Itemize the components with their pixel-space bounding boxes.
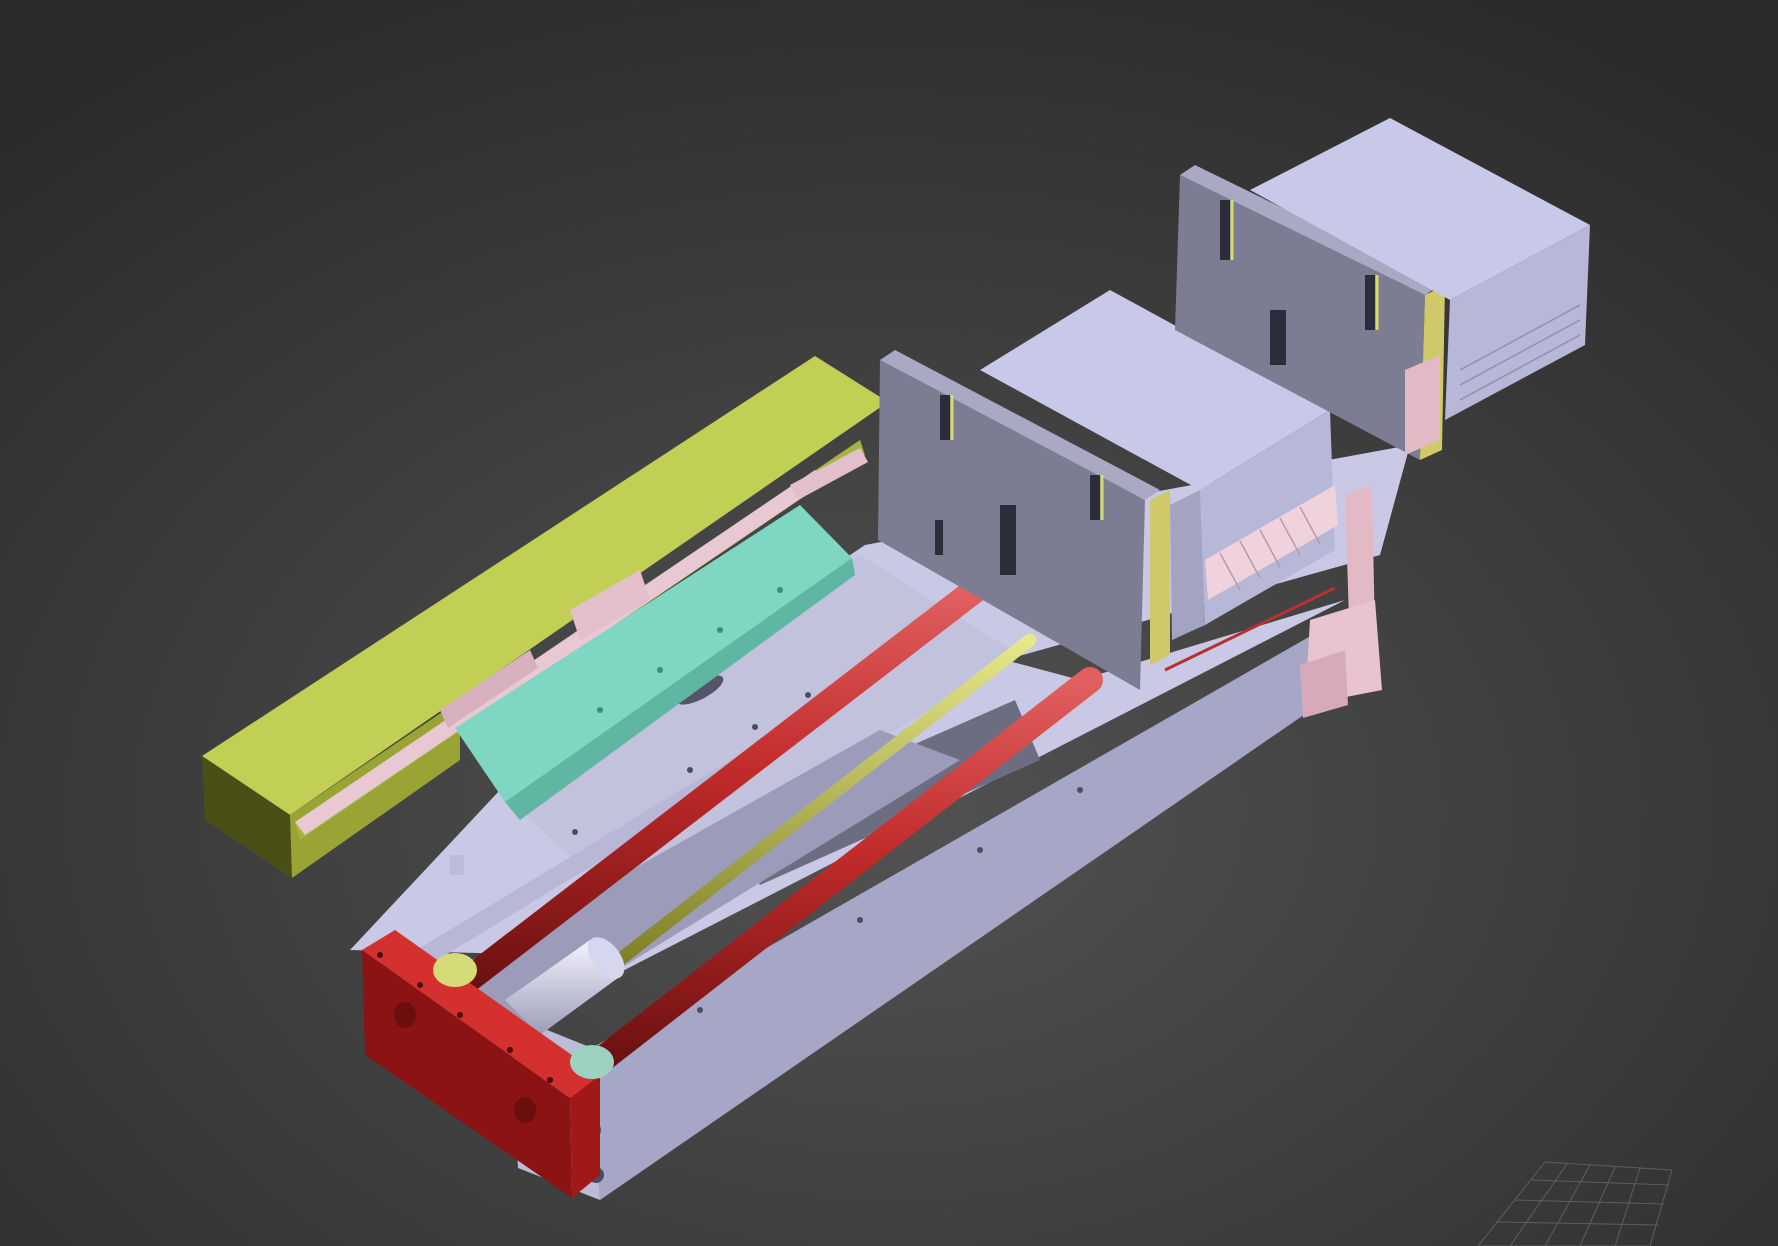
scene-canvas[interactable] (0, 0, 1778, 1246)
3d-viewport[interactable] (0, 0, 1778, 1246)
